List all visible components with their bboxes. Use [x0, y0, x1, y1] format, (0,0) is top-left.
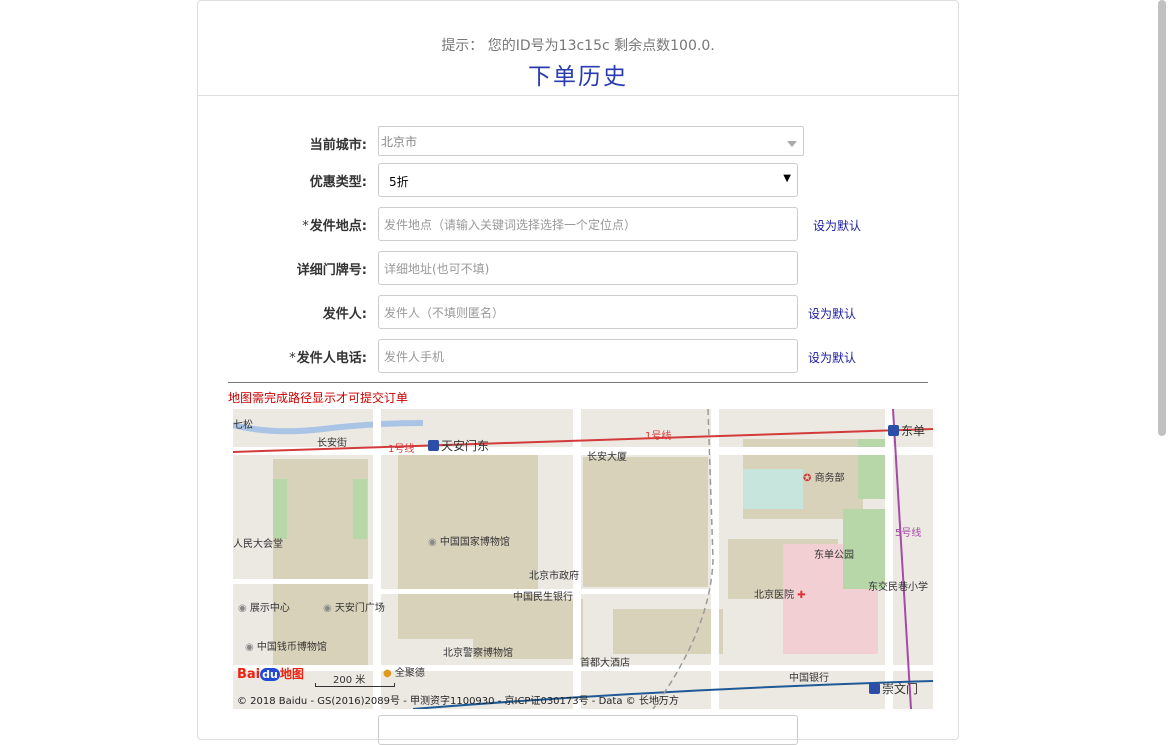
map-label-line5: 5号线	[895, 528, 922, 539]
map-copyright: © 2018 Baidu - GS(2016)2089号 - 甲测资字11009…	[237, 696, 679, 707]
phone-row: *发件人电话: 发件人手机 设为默认	[198, 339, 958, 373]
map-label-dongdan-park: 东单公园	[814, 550, 854, 561]
sender-placeholder: 发件人（不填则匿名）	[384, 306, 505, 320]
map-label-coin-museum: ◉ 中国钱币博物馆	[245, 642, 327, 653]
map-label-hospital: 北京医院 ✚	[754, 590, 806, 601]
map-label-line1-b: 1号线	[645, 431, 672, 442]
map-label-police-museum: 北京警察博物馆	[443, 648, 513, 659]
dropdown-arrow-icon: ▼	[783, 173, 791, 184]
map-label-chongwenmen: 崇文门	[869, 680, 918, 697]
origin-set-default-link[interactable]: 设为默认	[813, 217, 861, 234]
city-label: 当前城市:	[309, 138, 367, 153]
map-label-boc: 中国银行	[789, 673, 829, 684]
order-panel: 提示： 您的ID号为13c15c 剩余点数100.0. 下单历史 当前城市: 北…	[197, 0, 959, 745]
page-title[interactable]: 下单历史	[198, 57, 958, 91]
subway-icon	[869, 683, 880, 694]
account-tip: 提示： 您的ID号为13c15c 剩余点数100.0.	[441, 38, 715, 54]
detail-input[interactable]: 详细地址(也可不填)	[378, 251, 798, 285]
map-label-minsheng: 中国民生银行	[513, 592, 573, 603]
poi-icon: ◉	[238, 603, 250, 614]
map-label-exhibition: ◉ 展示中心	[238, 603, 290, 614]
baidu-paw-icon: du	[260, 668, 280, 681]
poi-icon: ◉	[428, 537, 440, 548]
hospital-icon: ✚	[794, 590, 806, 601]
panel-header: 提示： 您的ID号为13c15c 剩余点数100.0. 下单历史	[198, 1, 958, 96]
chevron-down-icon	[787, 141, 797, 147]
origin-placeholder: 发件地点（请输入关键词选择选择一个定位点）	[384, 218, 637, 232]
detail-label: 详细门牌号:	[296, 263, 367, 278]
map-label-tiananmen-east: 天安门东	[428, 437, 489, 454]
baidu-map[interactable]: 七松 长安街 1号线 1号线 天安门东 东单 长安大厦 ✪ 商务部 ◉ 中国国家…	[233, 409, 933, 709]
poi-icon: ◉	[245, 642, 257, 653]
map-warning: 地图需完成路径显示才可提交订单	[228, 391, 409, 405]
map-scale: 200 米	[315, 669, 395, 687]
sender-set-default-link[interactable]: 设为默认	[808, 305, 856, 322]
map-label-capital-hotel: 首都大酒店	[580, 658, 630, 669]
detail-row: 详细门牌号: 详细地址(也可不填)	[198, 251, 958, 285]
detail-placeholder: 详细地址(也可不填)	[384, 262, 490, 276]
baidu-logo[interactable]: Bai du 地图	[237, 665, 304, 682]
government-icon: ✪	[803, 473, 815, 484]
map-label-city-gov: 北京市政府	[529, 571, 579, 582]
origin-label: *发件地点:	[302, 219, 367, 234]
map-label-dongjiao: 东交民巷小学	[868, 582, 928, 593]
poi-icon: ◉	[323, 603, 335, 614]
city-value: 北京市	[381, 135, 418, 149]
map-label-museum: ◉ 中国国家博物馆	[428, 537, 510, 548]
map-label-changanjie: 长安街	[317, 438, 347, 449]
map-label-commerce: ✪ 商务部	[803, 473, 845, 484]
phone-label: *发件人电话:	[289, 351, 367, 366]
map-label-line1-a: 1号线	[388, 444, 415, 455]
discount-select[interactable]: 5折 ▼	[378, 163, 798, 197]
map-label-dongdan: 东单	[888, 422, 925, 439]
sender-label: 发件人:	[322, 307, 367, 322]
discount-row: 优惠类型: 5折 ▼	[198, 163, 958, 197]
origin-input[interactable]: 发件地点（请输入关键词选择选择一个定位点）	[378, 207, 798, 241]
map-label-qisong: 七松	[233, 420, 253, 431]
map-scale-bar	[315, 683, 395, 687]
discount-value: 5折	[389, 175, 409, 189]
subway-icon	[888, 425, 899, 436]
phone-placeholder: 发件人手机	[384, 350, 445, 364]
sender-input[interactable]: 发件人（不填则匿名）	[378, 295, 798, 329]
city-select[interactable]: 北京市	[378, 126, 804, 156]
phone-input[interactable]: 发件人手机	[378, 339, 798, 373]
phone-set-default-link[interactable]: 设为默认	[808, 349, 856, 366]
sender-row: 发件人: 发件人（不填则匿名） 设为默认	[198, 295, 958, 329]
divider	[228, 382, 928, 383]
subway-icon	[428, 440, 439, 451]
map-label-people-hall: 人民大会堂	[233, 539, 283, 550]
city-row: 当前城市: 北京市	[198, 125, 958, 159]
origin-row: *发件地点: 发件地点（请输入关键词选择选择一个定位点） 设为默认	[198, 207, 958, 241]
map-label-changan-tower: 长安大厦	[587, 452, 627, 463]
map-label-square: ◉ 天安门广场	[323, 603, 385, 614]
discount-label: 优惠类型:	[309, 175, 367, 190]
page-scrollbar[interactable]	[1158, 0, 1166, 436]
